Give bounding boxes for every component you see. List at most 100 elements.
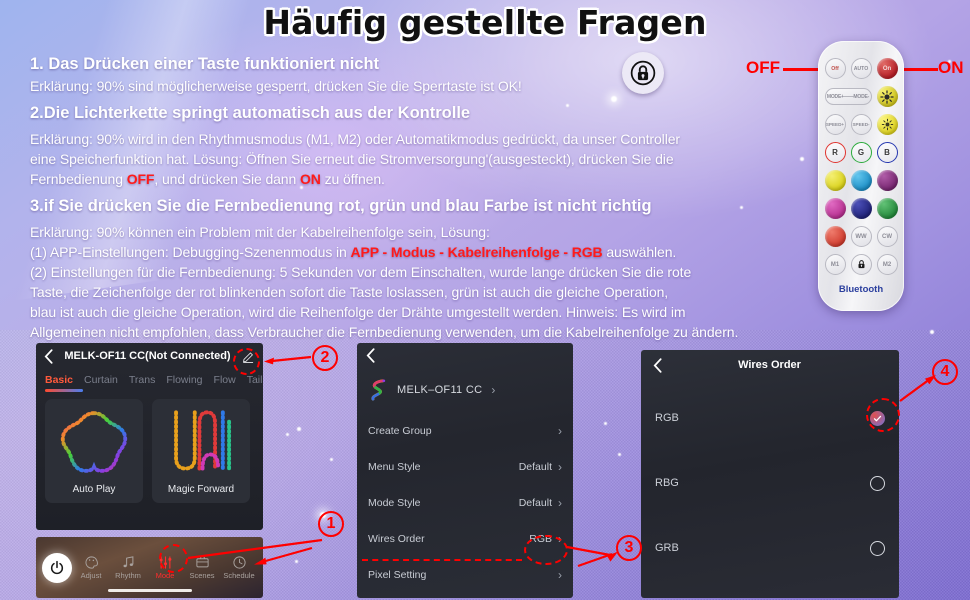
power-button[interactable] — [42, 552, 72, 583]
remote-button-m2[interactable]: M2 — [876, 254, 898, 275]
sparkle — [618, 453, 621, 456]
remote-button-orange-red[interactable] — [824, 226, 846, 247]
page-title: Häufig gestellte Fragen — [263, 3, 707, 42]
phone3-title: Wires Order — [738, 359, 801, 371]
annotation-circle-edit — [233, 348, 260, 375]
remote-button-speed-minus[interactable]: SPEED- — [850, 114, 872, 135]
remote-button-auto[interactable]: AUTO — [850, 58, 872, 79]
faq-3-body-1-post: auswählen. — [602, 244, 677, 260]
wires-order-option-grb[interactable]: GRB — [641, 524, 899, 572]
remote-button-warm-white[interactable]: WW — [850, 226, 872, 247]
pattern-card-auto-play[interactable]: Auto Play — [45, 398, 143, 503]
sun-plus-icon — [880, 89, 894, 104]
sun-minus-icon — [881, 118, 893, 131]
phone2-device-name: MELK–OF11 CC — [397, 384, 483, 396]
lock-icon — [858, 260, 864, 269]
tab-tail[interactable]: Tail — [247, 374, 263, 386]
remote-button-brightness-plus[interactable] — [876, 86, 898, 107]
faq-3-body-5: Allgemeinen nicht empfohlen, dass Verbra… — [30, 324, 739, 340]
toolbar-label: Adjust — [80, 571, 102, 580]
remote-button-off[interactable]: Off — [824, 58, 846, 79]
remote-button-lock[interactable] — [850, 254, 872, 275]
phone1-tabs: Basic Curtain Trans Flowing Flow Tail — [36, 369, 263, 386]
faq-3-body-2: (2) Einstellungen für die Fernbedienung:… — [30, 264, 692, 280]
tab-trans[interactable]: Trans — [129, 374, 155, 386]
wave-pattern-icon — [174, 409, 232, 470]
phone-screenshot-1: MELK-OF11 CC(Not Connected) Basic Curtai… — [36, 343, 263, 530]
faq-3-body-1-pre: (1) APP-Einstellungen: Debugging-Szenenm… — [30, 244, 351, 260]
remote-button-magenta[interactable] — [824, 198, 846, 219]
toolbar-item-rhythm[interactable]: Rhythm — [110, 555, 146, 580]
flower-pattern-icon — [60, 410, 128, 473]
phone2-row-menu-style[interactable]: Menu Style Default › — [357, 449, 573, 485]
faq-3-body-0: Erklärung: 90% können ein Problem mit de… — [30, 224, 490, 240]
sparkle — [800, 157, 804, 161]
phone1-title: MELK-OF11 CC(Not Connected) — [64, 350, 231, 362]
tab-flowing[interactable]: Flowing — [166, 374, 202, 386]
remote-button-cyan[interactable] — [850, 170, 872, 191]
chevron-left-icon[interactable] — [44, 348, 53, 364]
pattern-card-magic-forward[interactable]: Magic Forward — [152, 398, 250, 503]
remote-button-green[interactable]: G — [850, 142, 872, 163]
tab-basic[interactable]: Basic — [45, 374, 73, 386]
faq-1-body-0: Erklärung: 90% sind möglicherweise gespe… — [30, 78, 522, 94]
faq-2-body-2-mid: , und drücken Sie dann — [154, 171, 300, 187]
remote-button-red[interactable]: R — [824, 142, 846, 163]
toolbar-label: Scenes — [189, 571, 215, 580]
row-label: Mode Style — [368, 497, 421, 509]
row-label: Wires Order — [368, 533, 425, 545]
radio-unselected[interactable] — [870, 475, 885, 491]
annotation-circle-wires-order — [524, 535, 568, 565]
phone1-pattern-cards: Auto Play Magic Forward — [36, 392, 263, 503]
wires-order-option-rbg[interactable]: RBG — [641, 459, 899, 507]
remote-button-green2[interactable] — [876, 198, 898, 219]
remote-row-3: SPEED+ SPEED- — [818, 114, 904, 135]
pattern-card-label: Magic Forward — [167, 483, 235, 495]
row-label: Menu Style — [368, 461, 421, 473]
sparkle — [297, 427, 301, 431]
phone2-row-mode-style[interactable]: Mode Style Default › — [357, 485, 573, 521]
remote-button-speed-plus[interactable]: SPEED+ — [824, 114, 846, 135]
palette-icon — [85, 556, 98, 569]
remote-control: Off AUTO On MODE+——MODE- SPEED+ SPEED- R… — [818, 41, 904, 311]
row-label: Pixel Setting — [368, 569, 427, 581]
remote-button-indigo[interactable] — [850, 198, 872, 219]
tab-curtain[interactable]: Curtain — [84, 374, 118, 386]
remote-row-2: MODE+——MODE- — [818, 86, 904, 107]
faq-3-heading: 3.if Sie drücken Sie die Fernbedienung r… — [30, 197, 652, 215]
remote-button-blue[interactable]: B — [876, 142, 898, 163]
remote-button-mode[interactable]: MODE+——MODE- — [824, 88, 872, 105]
remote-button-cool-white[interactable]: CW — [876, 226, 898, 247]
faq-2-body-2-post: zu öffnen. — [320, 171, 385, 187]
phone2-row-create-group[interactable]: Create Group › — [357, 413, 573, 449]
remote-row-1: Off AUTO On — [818, 58, 904, 79]
chevron-right-icon: › — [558, 496, 562, 510]
phone2-header — [357, 343, 573, 367]
radio-unselected[interactable] — [870, 540, 885, 556]
chevron-left-icon[interactable] — [366, 347, 375, 363]
annotation-arrow-2 — [264, 355, 312, 365]
lock-icon — [630, 60, 656, 86]
remote-button-purple[interactable] — [876, 170, 898, 191]
wires-order-option-rgb[interactable]: RGB — [641, 394, 899, 442]
remote-button-m1[interactable]: M1 — [824, 254, 846, 275]
phone2-device-row[interactable]: MELK–OF11 CC › — [357, 367, 573, 413]
remote-button-yellow[interactable] — [824, 170, 846, 191]
faq-2-on-highlight: ON — [299, 171, 321, 187]
remote-off-label: OFF — [746, 58, 780, 77]
sparkle — [930, 330, 934, 334]
callout-3: 3 — [616, 535, 642, 561]
phone-screenshot-3: Wires Order RGB RBG GRB — [641, 350, 899, 598]
callout-2: 2 — [312, 345, 338, 371]
remote-button-brightness-minus[interactable] — [876, 114, 898, 135]
tab-flow[interactable]: Flow — [214, 374, 236, 386]
faq-2-heading: 2.Die Lichterkette springt automatisch a… — [30, 104, 471, 122]
toolbar-item-adjust[interactable]: Adjust — [73, 555, 109, 580]
sparkle — [330, 458, 333, 461]
faq-3-path-highlight: APP - Modus - Kabelreihenfolge - RGB — [350, 244, 603, 260]
remote-button-on[interactable]: On — [876, 58, 898, 79]
annotation-arrow-3b — [577, 551, 618, 568]
faq-3-body-3: Taste, die Zeichenfolge der rot blinkend… — [30, 284, 669, 300]
annotation-dashline-wires-order — [362, 559, 522, 561]
